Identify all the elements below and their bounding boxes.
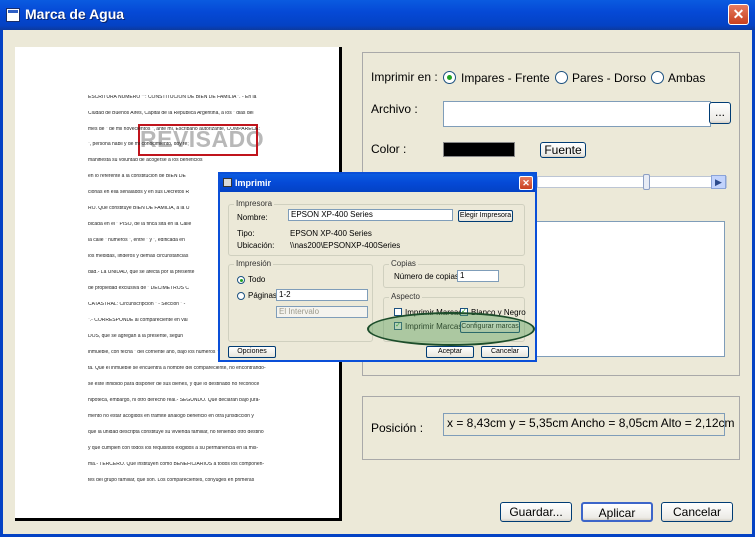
document-line: manifiesta su voluntad de acogerse a los… — [88, 158, 203, 163]
type-value: EPSON XP-400 Series — [290, 229, 372, 238]
range-select[interactable]: El Intervalo — [276, 306, 368, 318]
save-button[interactable]: Guardar... — [500, 502, 572, 522]
radio-ambas-label[interactable]: Ambas — [668, 71, 705, 85]
printer-group-title: Impresora — [234, 199, 275, 208]
window-titlebar: Marca de Agua ✕ — [0, 0, 755, 30]
file-input[interactable] — [443, 101, 711, 127]
app-icon — [6, 8, 20, 22]
radio-pares-label[interactable]: Pares - Dorso — [572, 71, 646, 85]
document-line: se este inhibido para disponer de sus bi… — [88, 382, 260, 387]
radio-impares-label[interactable]: Impares - Frente — [461, 71, 550, 85]
document-line: que la unidad descripta constituye su vi… — [88, 430, 264, 435]
browse-button[interactable]: ... — [709, 102, 731, 124]
document-line: Ciudad de Buenos Aires, Capital de la Re… — [88, 111, 254, 116]
radio-pages[interactable] — [237, 292, 245, 300]
document-line: ", persona habil y de mi conocimiento, d… — [88, 142, 189, 147]
slider-thumb[interactable] — [643, 174, 650, 190]
apply-button[interactable]: Aplicar — [581, 502, 653, 522]
font-button[interactable]: Fuente — [540, 142, 586, 158]
text-area[interactable] — [532, 221, 725, 357]
radio-pares[interactable] — [555, 71, 568, 84]
dialog-cancel-button[interactable]: Cancelar — [481, 346, 529, 358]
opacity-slider[interactable] — [537, 176, 727, 188]
document-line: tes del grupo familiar, que son. Los com… — [88, 478, 255, 483]
dialog-close-icon[interactable]: ✕ — [519, 176, 533, 190]
printer-name-field[interactable]: EPSON XP-400 Series — [288, 209, 453, 221]
aspect-group-title: Aspecto — [389, 292, 422, 301]
document-line: mes de " de mil novecientos ", ante mi, … — [88, 127, 260, 132]
pages-input[interactable]: 1-2 — [276, 289, 368, 301]
radio-impares[interactable] — [443, 71, 456, 84]
print-range-title: Impresión — [234, 259, 274, 268]
scroll-right-icon[interactable]: ▶ — [711, 175, 726, 189]
document-line: y que cumplen con todos los requisitos e… — [88, 446, 259, 451]
radio-all[interactable] — [237, 276, 245, 284]
pages-label[interactable]: Páginas: — [248, 291, 279, 300]
type-label: Tipo: — [237, 229, 255, 238]
file-label: Archivo : — [371, 102, 418, 116]
location-label: Ubicación: — [237, 241, 275, 250]
highlight-ellipse — [367, 312, 535, 346]
document-line: mento no estar acogidos en tramite analo… — [88, 414, 254, 419]
cancel-button[interactable]: Cancelar — [661, 502, 733, 522]
color-swatch[interactable] — [443, 142, 515, 157]
location-value: \\nas200\EPSONXP-400Series — [290, 241, 401, 250]
document-line: ma.- TERCERO. Que instituyen como BENEFI… — [88, 462, 265, 467]
document-line: hipoteca, embargo, ni otro derecho real.… — [88, 398, 261, 403]
print-dialog-title: Imprimir — [235, 178, 272, 188]
printer-icon — [223, 178, 232, 187]
window-title: Marca de Agua — [25, 6, 125, 22]
copies-group-title: Copias — [389, 259, 418, 268]
color-label: Color : — [371, 142, 407, 156]
name-label: Nombre: — [237, 213, 268, 222]
position-label: Posición : — [371, 421, 424, 435]
choose-printer-button[interactable]: Elegir Impresora — [458, 210, 513, 222]
all-label[interactable]: Todo — [248, 275, 265, 284]
document-line: ESCRITURA NUMERO "": CONSTITUCION DE BIE… — [88, 95, 257, 100]
radio-ambas[interactable] — [651, 71, 664, 84]
print-on-label: Imprimir en : — [371, 70, 438, 84]
accept-button[interactable]: Aceptar — [426, 346, 474, 358]
close-button[interactable]: ✕ — [728, 4, 749, 25]
copies-input[interactable]: 1 — [457, 270, 499, 282]
options-button[interactable]: Opciones — [228, 346, 276, 358]
print-dialog-titlebar: Imprimir ✕ — [220, 174, 535, 192]
document-line: ta. Que el inmueble se encuentra a nombr… — [88, 366, 266, 371]
copies-label: Número de copias: — [394, 272, 462, 281]
position-value: x = 8,43cm y = 5,35cm Ancho = 8,05cm Alt… — [443, 413, 735, 436]
